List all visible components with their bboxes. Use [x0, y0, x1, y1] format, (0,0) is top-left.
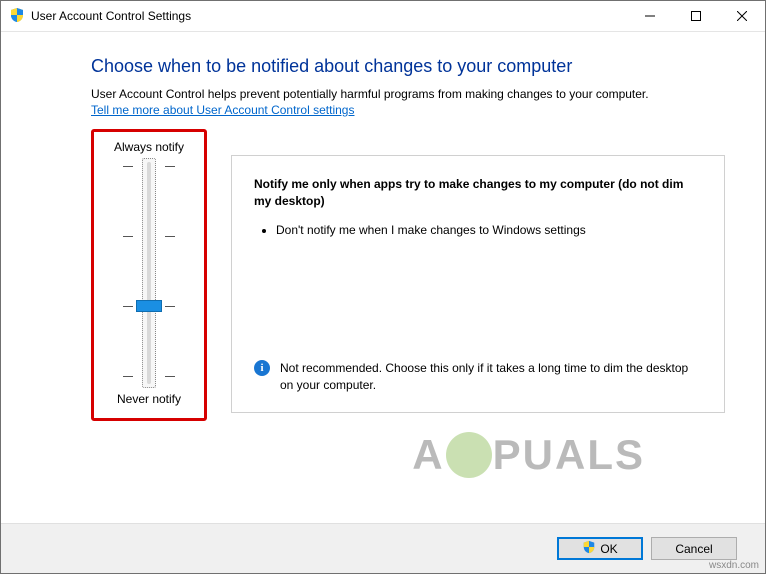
notification-slider-panel: Always notify Never notify: [91, 129, 207, 421]
window-title: User Account Control Settings: [31, 9, 627, 23]
slider-tick: [123, 306, 133, 307]
slider-groove: [147, 162, 151, 384]
maximize-button[interactable]: [673, 1, 719, 31]
slider-tick: [123, 376, 133, 377]
watermark-text: PUALS: [493, 431, 645, 479]
shield-icon: [9, 7, 25, 26]
window-controls: [627, 1, 765, 31]
slider-tick: [165, 236, 175, 237]
page-heading: Choose when to be notified about changes…: [91, 56, 725, 77]
shield-icon: [582, 540, 596, 557]
slider-tick: [165, 376, 175, 377]
level-bullet: Don't notify me when I make changes to W…: [276, 222, 702, 239]
slider-tick: [123, 166, 133, 167]
content-area: Choose when to be notified about changes…: [1, 32, 765, 523]
attribution-text: wsxdn.com: [709, 560, 759, 571]
slider-tick: [165, 166, 175, 167]
level-note-text: Not recommended. Choose this only if it …: [280, 360, 702, 394]
notification-slider[interactable]: [123, 158, 175, 388]
level-description-panel: Notify me only when apps try to make cha…: [231, 155, 725, 413]
help-link[interactable]: Tell me more about User Account Control …: [91, 103, 354, 117]
level-title: Notify me only when apps try to make cha…: [254, 176, 702, 210]
slider-top-label: Always notify: [102, 140, 196, 154]
slider-tick: [123, 236, 133, 237]
ok-button-label: OK: [600, 542, 617, 556]
info-icon: i: [254, 360, 270, 376]
titlebar: User Account Control Settings: [1, 1, 765, 32]
slider-thumb[interactable]: [136, 300, 162, 312]
minimize-button[interactable]: [627, 1, 673, 31]
watermark: A PUALS: [412, 431, 645, 479]
dialog-footer: OK Cancel: [1, 523, 765, 573]
uac-settings-window: User Account Control Settings Choose whe…: [0, 0, 766, 574]
cancel-button-label: Cancel: [675, 542, 712, 556]
slider-bottom-label: Never notify: [102, 392, 196, 406]
watermark-logo-icon: [446, 432, 492, 478]
close-button[interactable]: [719, 1, 765, 31]
watermark-text: A: [412, 431, 444, 479]
level-note: i Not recommended. Choose this only if i…: [254, 360, 702, 394]
body-row: Always notify Never notify: [91, 129, 725, 421]
page-subtext: User Account Control helps prevent poten…: [91, 87, 725, 101]
slider-tick: [165, 306, 175, 307]
level-bullets: Don't notify me when I make changes to W…: [254, 222, 702, 239]
cancel-button[interactable]: Cancel: [651, 537, 737, 560]
ok-button[interactable]: OK: [557, 537, 643, 560]
